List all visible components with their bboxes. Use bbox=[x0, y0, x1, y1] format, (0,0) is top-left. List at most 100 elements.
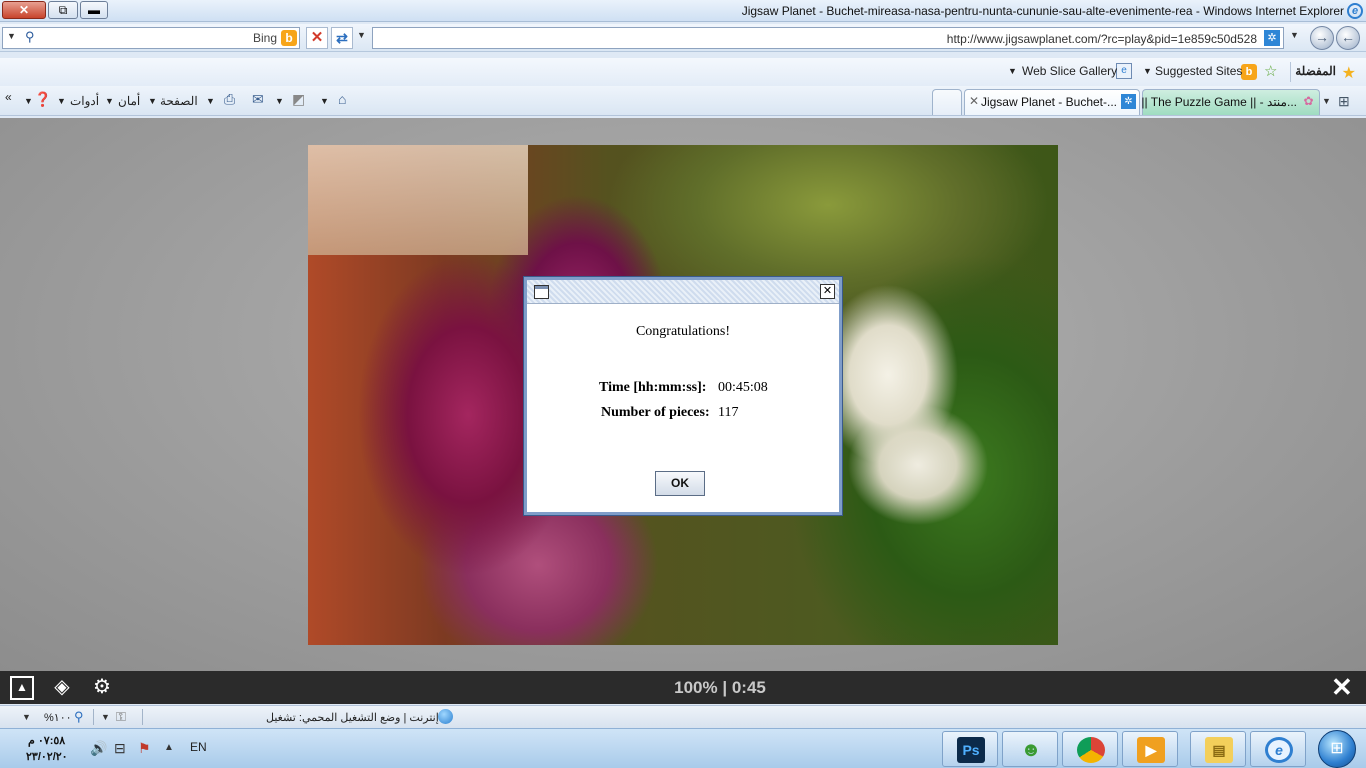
tab-label: Jigsaw Planet - Buchet-... bbox=[980, 95, 1117, 109]
favorites-star-icon[interactable]: ★ bbox=[1342, 63, 1356, 83]
help-dropdown-chevron-icon[interactable]: ▼ bbox=[24, 96, 33, 106]
window-title: Jigsaw Planet - Buchet-mireasa-nasa-pent… bbox=[741, 4, 1344, 18]
quick-tabs-icon[interactable]: ⊞ bbox=[1338, 93, 1350, 110]
taskbar-media-player-button[interactable]: ▶ bbox=[1122, 731, 1178, 767]
photoshop-icon: Ps bbox=[957, 737, 985, 763]
favorites-button[interactable]: المفضلة bbox=[1295, 64, 1336, 78]
protected-mode-chevron-icon[interactable]: ▼ bbox=[101, 712, 110, 722]
show-hidden-icons-chevron-icon[interactable]: ▲ bbox=[164, 742, 174, 753]
dialog-body: Congratulations! Time [hh:mm:ss]: 00:45:… bbox=[527, 305, 839, 512]
search-options-chevron-icon[interactable]: ▼ bbox=[7, 31, 16, 41]
web-slice-icon: e bbox=[1116, 63, 1132, 79]
favorites-divider bbox=[1290, 62, 1291, 82]
image-preview-icon[interactable]: ▲ bbox=[10, 676, 34, 700]
protected-mode-lock-icon[interactable]: ⚿ bbox=[116, 709, 126, 725]
taskbar-chrome-button[interactable] bbox=[1062, 731, 1118, 767]
web-slice-gallery-link[interactable]: Web Slice Gallery bbox=[1022, 64, 1117, 78]
safety-menu[interactable]: أمان bbox=[118, 94, 140, 108]
tools-chevron-icon[interactable]: ▼ bbox=[57, 96, 66, 106]
overflow-chevron-icon[interactable]: « bbox=[5, 90, 12, 104]
chrome-icon bbox=[1077, 737, 1105, 763]
refresh-button[interactable]: ⇄ bbox=[331, 27, 353, 49]
pieces-label: Number of pieces: bbox=[601, 405, 710, 420]
congratulations-message: Congratulations! bbox=[635, 324, 731, 339]
search-provider-label: Bing bbox=[252, 31, 277, 45]
new-tab-button[interactable] bbox=[932, 89, 962, 115]
page-chevron-icon[interactable]: ▼ bbox=[148, 96, 157, 106]
congratulations-dialog: ✕ Congratulations! Time [hh:mm:ss]: 00:4… bbox=[524, 277, 842, 515]
forward-button[interactable]: → bbox=[1310, 26, 1334, 50]
taskbar-explorer-button[interactable]: ▤ bbox=[1190, 731, 1246, 767]
search-input[interactable]: ▼ ⚲ Bing b bbox=[2, 27, 300, 49]
media-player-icon: ▶ bbox=[1137, 737, 1165, 763]
dialog-title-bar[interactable]: ✕ bbox=[527, 280, 839, 304]
clock-date[interactable]: ٢٣/٠٢/٢٠ bbox=[26, 750, 68, 763]
close-puzzle-icon[interactable]: ✕ bbox=[1331, 673, 1353, 701]
home-icon[interactable]: ⌂ bbox=[338, 91, 346, 107]
network-icon[interactable]: ⊟ bbox=[114, 740, 126, 757]
time-label: Time [hh:mm:ss]: bbox=[599, 380, 707, 395]
zoom-icon[interactable]: ⚲ bbox=[74, 709, 84, 725]
taskbar-messenger-button[interactable]: ☻ bbox=[1002, 731, 1058, 767]
search-icon[interactable]: ⚲ bbox=[25, 29, 35, 45]
time-value: 00:45:08 bbox=[718, 380, 768, 395]
back-button[interactable]: ← bbox=[1336, 26, 1360, 50]
status-divider bbox=[93, 709, 94, 725]
feeds-icon[interactable]: ◩ bbox=[292, 91, 305, 108]
zoom-level[interactable]: %١٠٠ bbox=[44, 711, 72, 724]
ie-logo-icon: e bbox=[1347, 3, 1363, 19]
dialog-close-button[interactable]: ✕ bbox=[820, 284, 835, 299]
ghost-image-icon[interactable]: ◈ bbox=[50, 676, 74, 700]
tab-label: || The Puzzle Game || - منتد... bbox=[1141, 95, 1297, 109]
suggested-sites-icon: b bbox=[1241, 64, 1257, 80]
internet-explorer-icon: e bbox=[1265, 737, 1293, 763]
input-language[interactable]: EN bbox=[190, 740, 207, 754]
address-bar[interactable]: http://www.jigsawplanet.com/?rc=play&pid… bbox=[372, 27, 1284, 49]
page-menu[interactable]: الصفحة bbox=[160, 94, 198, 108]
web-slice-chevron-icon[interactable]: ▼ bbox=[1008, 66, 1017, 76]
window-minimize-button[interactable]: ▬ bbox=[80, 1, 108, 19]
stop-button[interactable]: ✕ bbox=[306, 27, 328, 49]
tab-jigsaw-planet[interactable]: ✕ Jigsaw Planet - Buchet-... ✲ bbox=[964, 89, 1140, 115]
volume-icon[interactable]: 🔊 bbox=[90, 740, 107, 757]
windows-taskbar: ٠٧:٥٨ م ٢٣/٠٢/٢٠ 🔊 ⊟ ⚑ ▲ EN Ps ☻ ▶ ▤ e ⊞ bbox=[0, 728, 1366, 768]
title-bar: ✕ ⧉ ▬ Jigsaw Planet - Buchet-mireasa-nas… bbox=[0, 0, 1366, 22]
add-to-favorites-icon[interactable]: ☆ bbox=[1264, 62, 1277, 80]
read-mail-icon[interactable]: ✉ bbox=[252, 91, 264, 108]
security-zone-text: إنترنت | وضع التشغيل المحمي: تشغيل bbox=[266, 712, 439, 724]
tab-list-chevron-icon[interactable]: ▼ bbox=[1322, 96, 1331, 106]
favorites-bar: ★ المفضلة ☆ b Suggested Sites ▼ e Web Sl… bbox=[0, 58, 1366, 86]
print-chevron-icon[interactable]: ▼ bbox=[206, 96, 215, 106]
command-and-tab-bar: « ▼ ❓ ▼ أدوات ▼ أمان ▼ الصفحة ▼ ⎙ ✉ ▼ ◩ … bbox=[0, 86, 1366, 116]
recent-pages-chevron-icon[interactable]: ▼ bbox=[1290, 30, 1299, 40]
suggested-sites-chevron-icon[interactable]: ▼ bbox=[1143, 66, 1152, 76]
ok-button[interactable]: OK bbox=[655, 471, 705, 496]
start-button[interactable]: ⊞ bbox=[1318, 730, 1356, 768]
bing-icon: b bbox=[281, 30, 297, 46]
address-dropdown-chevron-icon[interactable]: ▼ bbox=[357, 30, 366, 40]
window-restore-button[interactable]: ⧉ bbox=[48, 1, 78, 19]
window-close-button[interactable]: ✕ bbox=[2, 1, 46, 19]
print-icon[interactable]: ⎙ bbox=[224, 91, 235, 108]
tools-menu[interactable]: أدوات bbox=[70, 94, 99, 108]
photo-background-wall bbox=[308, 145, 528, 255]
clock-time[interactable]: ٠٧:٥٨ م bbox=[28, 734, 65, 747]
suggested-sites-link[interactable]: Suggested Sites bbox=[1155, 64, 1242, 78]
feeds-chevron-icon[interactable]: ▼ bbox=[275, 96, 284, 106]
puzzle-control-bar: ▲ ◈ ⚙ 100% | 0:45 ✕ bbox=[0, 671, 1366, 704]
home-chevron-icon[interactable]: ▼ bbox=[320, 96, 329, 106]
taskbar-internet-explorer-button[interactable]: e bbox=[1250, 731, 1306, 767]
url-text: http://www.jigsawplanet.com/?rc=play&pid… bbox=[946, 32, 1257, 46]
folder-icon: ▤ bbox=[1205, 737, 1233, 763]
browser-status-bar: ▼ %١٠٠ ⚲ ▼ ⚿ إنترنت | وضع التشغيل المحمي… bbox=[0, 705, 1366, 728]
help-icon[interactable]: ❓ bbox=[34, 91, 51, 108]
action-center-flag-icon[interactable]: ⚑ bbox=[138, 740, 151, 757]
zoom-chevron-icon[interactable]: ▼ bbox=[22, 712, 31, 722]
settings-gear-icon[interactable]: ⚙ bbox=[90, 676, 114, 700]
status-divider bbox=[142, 709, 143, 725]
tab-close-icon[interactable]: ✕ bbox=[969, 94, 979, 108]
taskbar-photoshop-button[interactable]: Ps bbox=[942, 731, 998, 767]
safety-chevron-icon[interactable]: ▼ bbox=[105, 96, 114, 106]
tab-puzzle-game[interactable]: || The Puzzle Game || - منتد... ✿ bbox=[1141, 89, 1320, 115]
pieces-value: 117 bbox=[718, 405, 739, 420]
